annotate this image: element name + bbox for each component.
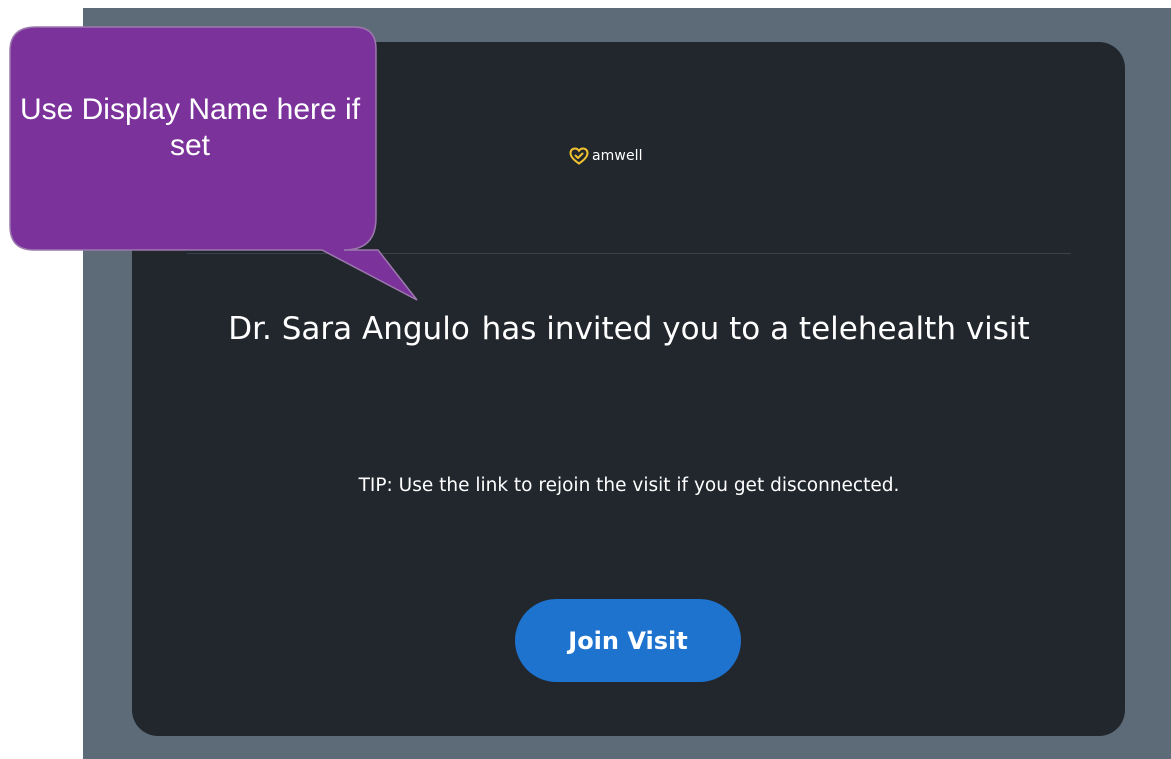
heart-check-icon xyxy=(569,147,589,165)
amwell-logo: amwell xyxy=(569,144,643,168)
provider-name: Dr. Sara Angulo xyxy=(228,311,470,347)
logo-wordmark: amwell xyxy=(592,148,643,164)
callout-text: Use Display Name here if set xyxy=(19,93,361,162)
headline-text: has invited you to a telehealth visit xyxy=(481,311,1030,347)
join-visit-button[interactable]: Join Visit xyxy=(515,599,741,682)
rejoin-tip: TIP: Use the link to rejoin the visit if… xyxy=(358,475,900,496)
invitation-headline: Dr. Sara Angulo has invited you to a tel… xyxy=(200,303,1058,355)
screenshot-stage: amwell Dr. Sara Angulo has invited you t… xyxy=(0,0,1171,759)
